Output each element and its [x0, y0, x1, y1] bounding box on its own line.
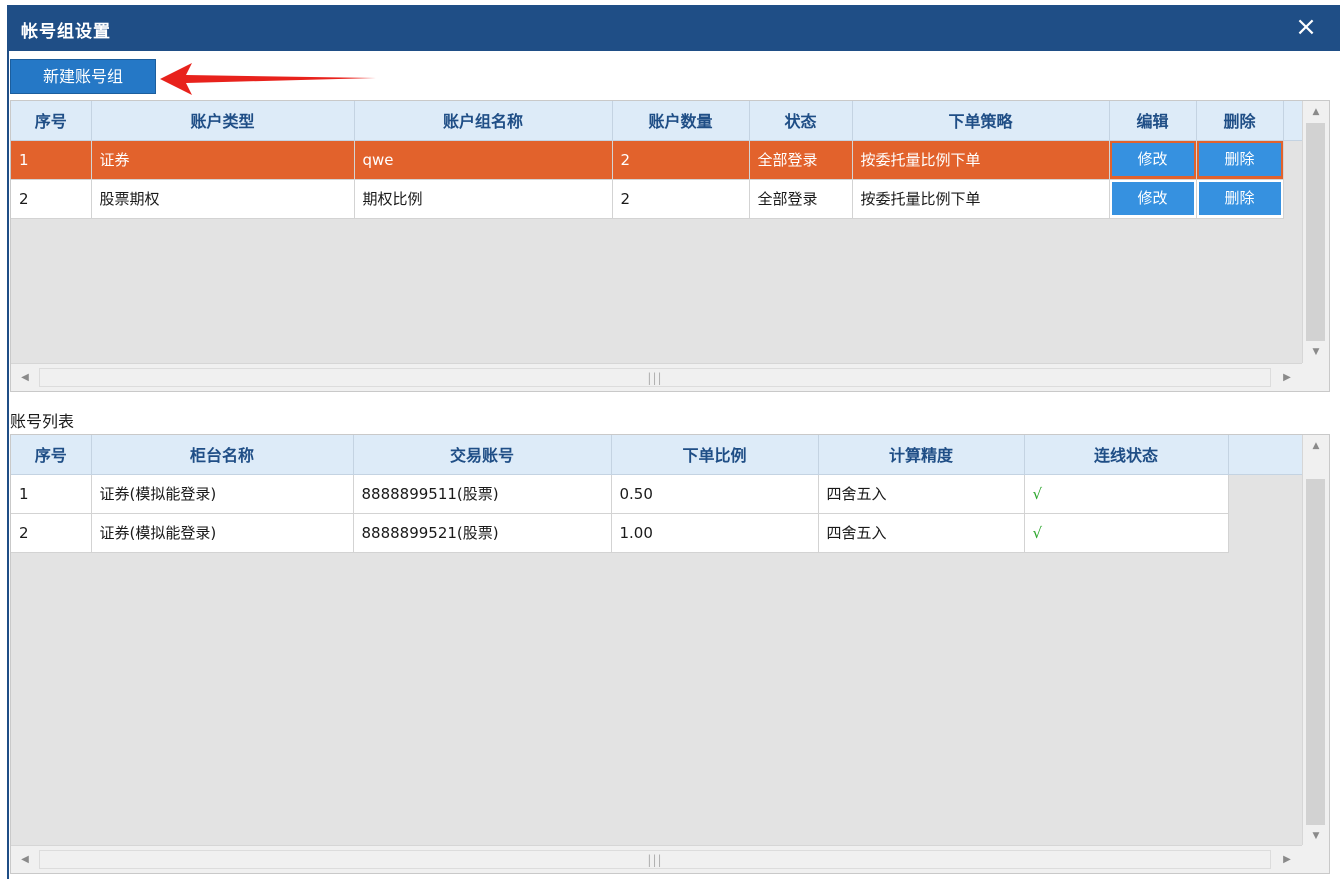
edit-button[interactable]: 修改: [1111, 143, 1194, 176]
col-header-account-count[interactable]: 账户数量: [612, 101, 750, 141]
scroll-thumb[interactable]: [1306, 479, 1325, 825]
delete-button[interactable]: 删除: [1198, 182, 1281, 215]
account-group-grid: 序号 账户类型 账户组名称 账户数量 状态 下单策略 编辑 删除 1 证券 qw…: [10, 100, 1330, 392]
scrollbar-corner: [1302, 363, 1329, 391]
vertical-scrollbar[interactable]: ▲ ▼: [1302, 435, 1329, 847]
edit-button[interactable]: 修改: [1111, 182, 1194, 215]
cell-account-count: 2: [612, 140, 750, 180]
cell-account-type: 证券: [91, 140, 355, 180]
account-list-label: 账号列表: [10, 412, 75, 431]
grip-icon: |||: [647, 371, 663, 385]
cell-counter-name: 证券(模拟能登录): [91, 513, 354, 553]
account-group-table: 序号 账户类型 账户组名称 账户数量 状态 下单策略 编辑 删除 1 证券 qw…: [11, 101, 1305, 219]
grip-icon: |||: [647, 853, 663, 867]
red-arrow-annotation: [160, 63, 376, 95]
close-icon[interactable]: ×: [1290, 11, 1322, 43]
scroll-up-icon[interactable]: ▲: [1303, 435, 1329, 457]
cell-account-type: 股票期权: [91, 179, 355, 219]
cell-trading-account: 8888899511(股票): [353, 474, 612, 514]
title-bar: 帐号组设置 ×: [9, 5, 1340, 51]
col-header-connection[interactable]: 连线状态: [1024, 435, 1229, 475]
cell-account-count: 2: [612, 179, 750, 219]
table-row[interactable]: 2 股票期权 期权比例 2 全部登录 按委托量比例下单 修改 删除: [11, 179, 1304, 219]
group-header-row: 序号 账户类型 账户组名称 账户数量 状态 下单策略 编辑 删除: [11, 101, 1305, 141]
horizontal-scrollbar[interactable]: ◀ ||| ▶: [11, 363, 1329, 391]
col-header-trading-account[interactable]: 交易账号: [353, 435, 612, 475]
col-header-index[interactable]: 序号: [11, 101, 92, 141]
col-header-order-ratio[interactable]: 下单比例: [611, 435, 819, 475]
cell-filler: [1228, 474, 1303, 513]
table-row[interactable]: 2 证券(模拟能登录) 8888899521(股票) 1.00 四舍五入 √: [11, 513, 1303, 553]
vertical-scrollbar[interactable]: ▲ ▼: [1302, 101, 1329, 363]
check-icon: √: [1024, 474, 1229, 514]
cell-delete: 删除: [1196, 140, 1284, 180]
col-header-group-name[interactable]: 账户组名称: [354, 101, 613, 141]
col-header-account-type[interactable]: 账户类型: [91, 101, 355, 141]
cell-order-strategy: 按委托量比例下单: [852, 179, 1110, 219]
col-header-index[interactable]: 序号: [11, 435, 92, 475]
table-row[interactable]: 1 证券(模拟能登录) 8888899511(股票) 0.50 四舍五入 √: [11, 474, 1303, 514]
col-header-delete[interactable]: 删除: [1196, 101, 1284, 141]
cell-index: 2: [11, 513, 92, 553]
cell-edit: 修改: [1109, 179, 1197, 219]
scroll-thumb[interactable]: |||: [39, 368, 1271, 387]
cell-precision: 四舍五入: [818, 513, 1025, 553]
table-row[interactable]: 1 证券 qwe 2 全部登录 按委托量比例下单 修改 删除: [11, 140, 1304, 180]
col-header-filler: [1283, 101, 1305, 141]
cell-status: 全部登录: [749, 179, 853, 219]
scroll-left-icon[interactable]: ◀: [11, 364, 39, 391]
new-account-group-button[interactable]: 新建账号组: [10, 59, 156, 94]
scroll-down-icon[interactable]: ▼: [1303, 825, 1329, 847]
cell-order-ratio: 0.50: [611, 474, 819, 514]
scroll-thumb[interactable]: [1306, 123, 1325, 341]
cell-filler: [1228, 513, 1303, 552]
col-header-precision[interactable]: 计算精度: [818, 435, 1025, 475]
scroll-down-icon[interactable]: ▼: [1303, 341, 1329, 363]
account-list-table: 序号 柜台名称 交易账号 下单比例 计算精度 连线状态 1 证券(模拟能登录) …: [11, 435, 1304, 553]
cell-precision: 四舍五入: [818, 474, 1025, 514]
col-header-edit[interactable]: 编辑: [1109, 101, 1197, 141]
scroll-thumb[interactable]: |||: [39, 850, 1271, 869]
cell-edit: 修改: [1109, 140, 1197, 180]
col-header-counter-name[interactable]: 柜台名称: [91, 435, 354, 475]
cell-trading-account: 8888899521(股票): [353, 513, 612, 553]
cell-group-name: 期权比例: [354, 179, 613, 219]
cell-group-name: qwe: [354, 140, 613, 180]
col-header-order-strategy[interactable]: 下单策略: [852, 101, 1110, 141]
cell-status: 全部登录: [749, 140, 853, 180]
cell-index: 2: [11, 179, 92, 219]
account-header-row: 序号 柜台名称 交易账号 下单比例 计算精度 连线状态: [11, 435, 1304, 475]
scroll-right-icon[interactable]: ▶: [1273, 846, 1301, 873]
scrollbar-corner: [1302, 845, 1329, 873]
delete-button[interactable]: 删除: [1198, 143, 1281, 176]
scroll-right-icon[interactable]: ▶: [1273, 364, 1301, 391]
check-icon: √: [1024, 513, 1229, 553]
cell-order-ratio: 1.00: [611, 513, 819, 553]
cell-delete: 删除: [1196, 179, 1284, 219]
cell-counter-name: 证券(模拟能登录): [91, 474, 354, 514]
cell-order-strategy: 按委托量比例下单: [852, 140, 1110, 180]
cell-index: 1: [11, 474, 92, 514]
col-header-status[interactable]: 状态: [749, 101, 853, 141]
scroll-left-icon[interactable]: ◀: [11, 846, 39, 873]
cell-filler: [1283, 140, 1304, 179]
horizontal-scrollbar[interactable]: ◀ ||| ▶: [11, 845, 1329, 873]
col-header-filler: [1228, 435, 1304, 475]
account-list-grid: 序号 柜台名称 交易账号 下单比例 计算精度 连线状态 1 证券(模拟能登录) …: [10, 434, 1330, 874]
scroll-up-icon[interactable]: ▲: [1303, 101, 1329, 123]
cell-index: 1: [11, 140, 92, 180]
cell-filler: [1283, 179, 1304, 218]
window-title: 帐号组设置: [21, 22, 111, 42]
